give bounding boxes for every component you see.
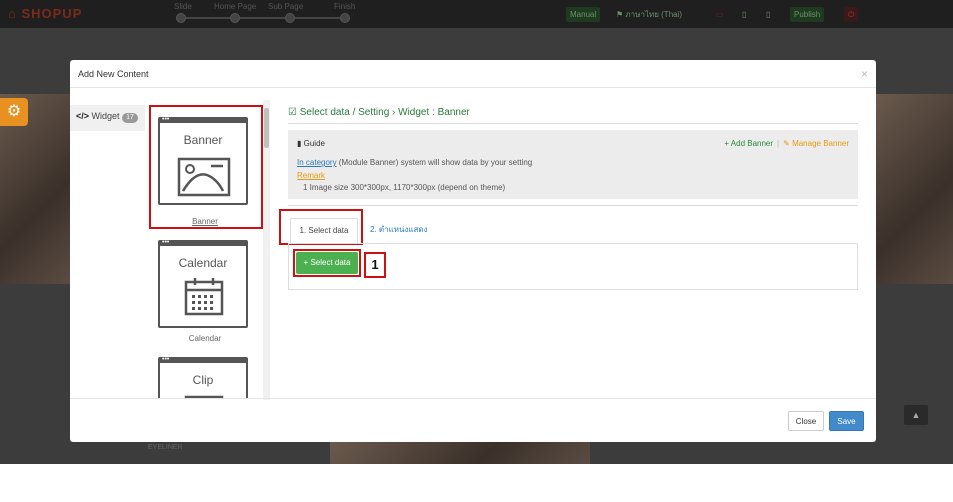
guide-size-note: 1 Image size 300*300px, 1170*300px (depe… [303,183,506,192]
screen: ⌂ SHOPUP Slide Home Page Sub Page Finish… [0,0,953,502]
step-callout: 1 [364,252,386,278]
pencil-icon: ✎ [783,139,793,148]
banner-highlight [149,105,263,229]
publish-button[interactable]: Publish [790,7,825,22]
calendar-card-box: ••• Calendar [158,239,248,328]
content-panel: ☑ Select data / Setting › Widget : Banne… [279,105,858,405]
breadcrumb: ☑ Select data / Setting › Widget : Banne… [288,107,470,118]
home-icon: ⌂ [8,6,22,21]
tab-widget[interactable]: </> Widget 17 [70,105,145,131]
select-button-highlight [293,249,361,277]
manage-banner-link[interactable]: ✎ Manage Banner [783,139,849,148]
step-label: Finish [334,2,356,11]
background-photo [876,94,953,284]
close-button[interactable]: Close [788,411,824,431]
card-dots: ••• [162,239,170,246]
desktop-view-icon[interactable]: ▭ [712,7,728,22]
close-icon[interactable]: × [861,67,868,81]
action-separator: | [777,139,780,148]
modal-header: Add New Content × [70,60,876,88]
widget-count-badge: 17 [122,113,138,123]
category-tabs: </> Widget 17 [70,105,145,405]
step-label: Home Page [214,2,257,11]
editor-topbar: ⌂ SHOPUP Slide Home Page Sub Page Finish… [0,0,953,28]
guide-text: In category (Module Banner) system will … [297,158,533,167]
guide-box: ▮ Guide In category (Module Banner) syst… [288,130,858,199]
modal-title: Add New Content [78,69,149,79]
step-dot-slide[interactable] [176,13,186,23]
add-banner-link[interactable]: + Add Banner [724,139,773,148]
calendar-icon [184,278,224,316]
step-dot-home[interactable] [230,13,240,23]
background-photo [330,442,590,464]
step-dot-finish[interactable] [340,13,350,23]
divider [288,205,858,206]
in-category-link[interactable]: In category [297,158,337,167]
step-label: Sub Page [268,2,304,11]
code-icon: </> [76,111,90,121]
remark-link[interactable]: Remark [297,171,325,180]
widget-card-calendar[interactable]: ••• Calendar Calendar [149,239,261,352]
scroll-thumb[interactable] [264,108,269,148]
background-text: EYELINER [148,444,183,451]
language-select[interactable]: ⚑ ภาษาไทย (Thai) [612,7,686,22]
settings-gear-icon[interactable]: ⚙ [0,98,28,126]
step-tabs: 1. Select data 2. ตำแหน่งแสดง [288,218,858,244]
tab-display-position[interactable]: 2. ตำแหน่งแสดง [370,218,428,244]
card-title: Clip [192,373,214,387]
book-icon: ▮ [297,139,304,148]
card-title: Calendar [178,256,228,270]
tablet-view-icon[interactable]: ▯ [738,7,750,22]
card-dots: ••• [162,356,170,363]
select-data-panel: + Select data 1 [288,243,858,290]
clip-card-box: ••• Clip [158,356,248,399]
home-logo[interactable]: ⌂ SHOPUP [8,6,82,21]
step-label: Slide [174,2,192,11]
step-progress: Slide Home Page Sub Page Finish [170,2,360,26]
tab-widget-label: Widget [91,111,120,121]
add-content-modal: Add New Content × </> Widget 17 ••• Bann… [70,60,876,442]
card-label: Calendar [188,334,222,343]
step-line [180,17,350,19]
widget-list-scrollbar[interactable] [263,100,270,400]
back-to-top-icon[interactable]: ▲ [904,405,928,425]
exit-icon[interactable]: ⏻ [844,7,859,22]
modal-footer: Close Save [70,398,876,442]
step-dot-sub[interactable] [285,13,295,23]
guide-heading: ▮ Guide [297,139,325,148]
divider [288,123,858,124]
flag-icon: ⚑ [616,10,626,19]
manual-button[interactable]: Manual [566,7,601,22]
check-icon: ☑ [288,107,300,118]
mobile-view-icon[interactable]: ▯ [762,7,774,22]
tab-highlight [279,209,363,245]
save-button[interactable]: Save [829,411,864,431]
widget-card-clip[interactable]: ••• Clip [149,356,261,399]
guide-actions: + Add Banner | ✎ Manage Banner [724,139,849,148]
